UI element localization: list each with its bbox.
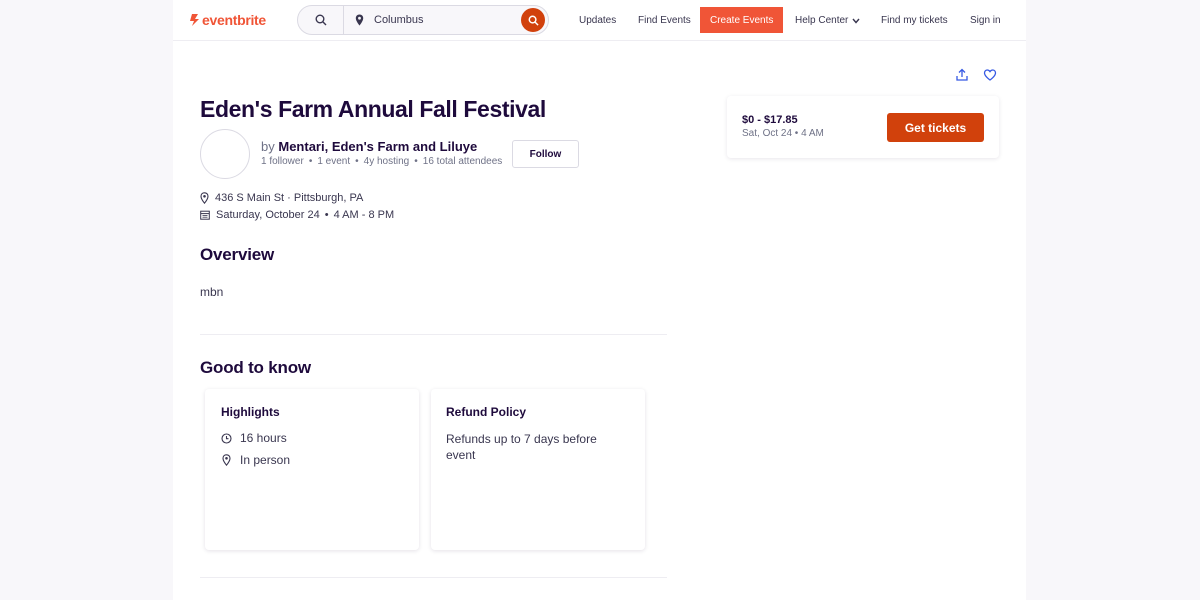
location-pin-icon [222, 454, 231, 466]
nav-find-my-tickets[interactable]: Find my tickets [881, 0, 948, 41]
chevron-down-icon [852, 18, 860, 24]
nav-sign-in[interactable]: Sign in [970, 0, 1001, 41]
refund-title: Refund Policy [446, 405, 527, 419]
overview-heading: Overview [200, 245, 275, 264]
follow-button[interactable]: Follow [512, 140, 579, 168]
good-to-know-heading: Good to know [200, 358, 311, 377]
share-icon[interactable] [955, 68, 969, 87]
eventbrite-logo[interactable]: eventbrite [189, 11, 266, 29]
organizer-line: by Mentari, Eden's Farm and Liluye [261, 139, 477, 154]
event-location: 436 S Main St · Pittsburgh, PA [215, 192, 364, 204]
event-date: Saturday, October 24 [216, 209, 320, 221]
section-divider [200, 577, 667, 578]
organizer-avatar[interactable] [200, 129, 250, 179]
duration-text: 16 hours [240, 431, 287, 445]
attendees-count: 16 total attendees [422, 156, 503, 167]
highlights-title: Highlights [221, 405, 280, 419]
hosting-duration: 4y hosting [363, 156, 410, 167]
event-location-row: 436 S Main St · Pittsburgh, PA [200, 192, 363, 204]
create-events-button[interactable]: Create Events [700, 7, 784, 33]
nav-help-center[interactable]: Help Center [795, 0, 860, 41]
location-pin-icon [200, 192, 209, 204]
heart-icon[interactable] [983, 68, 997, 87]
mode-row: In person [221, 453, 290, 467]
overview-text: mbn [200, 285, 224, 299]
section-divider [200, 334, 667, 335]
organizer-name-link[interactable]: Mentari, Eden's Farm and Liluye [278, 139, 477, 154]
ticket-price: $0 - $17.85 [742, 114, 798, 126]
event-title: Eden's Farm Annual Fall Festival [200, 96, 546, 122]
clock-icon [221, 432, 232, 444]
logo-text: eventbrite [202, 12, 266, 28]
calendar-icon [200, 210, 210, 220]
nav-find-events[interactable]: Find Events [638, 0, 691, 41]
by-label: by [261, 139, 275, 154]
ticket-panel: $0 - $17.85 Sat, Oct 24 • 4 AM Get ticke… [727, 96, 999, 158]
organizer-stats: 1 follower • 1 event • 4y hosting • 16 total a… [261, 156, 503, 167]
top-nav-bar: eventbrite Columbus Updates Find Events … [173, 0, 1026, 41]
followers-count: 1 follower [261, 156, 304, 167]
duration-row: 16 hours [221, 431, 287, 445]
refund-text: Refunds up to 7 days before event [446, 432, 597, 462]
search-icon[interactable] [298, 6, 344, 34]
event-date-row: Saturday, October 24 • 4 AM - 8 PM [200, 209, 394, 221]
mode-text: In person [240, 453, 291, 467]
search-bar[interactable]: Columbus [297, 5, 549, 35]
search-submit-button[interactable] [521, 8, 545, 32]
search-icon [528, 15, 539, 26]
get-tickets-button[interactable]: Get tickets [887, 113, 984, 142]
refund-policy-card: Refund Policy Refunds up to 7 days befor… [431, 389, 645, 550]
events-count: 1 event [317, 156, 351, 167]
help-center-label: Help Center [795, 15, 849, 26]
highlights-card: Highlights 16 hours In person [205, 389, 419, 550]
location-pin-icon [344, 6, 374, 34]
nav-updates[interactable]: Updates [579, 0, 616, 41]
ticket-date: Sat, Oct 24 • 4 AM [742, 128, 824, 139]
event-time: 4 AM - 8 PM [333, 209, 395, 221]
eventbrite-logo-icon [190, 14, 199, 26]
